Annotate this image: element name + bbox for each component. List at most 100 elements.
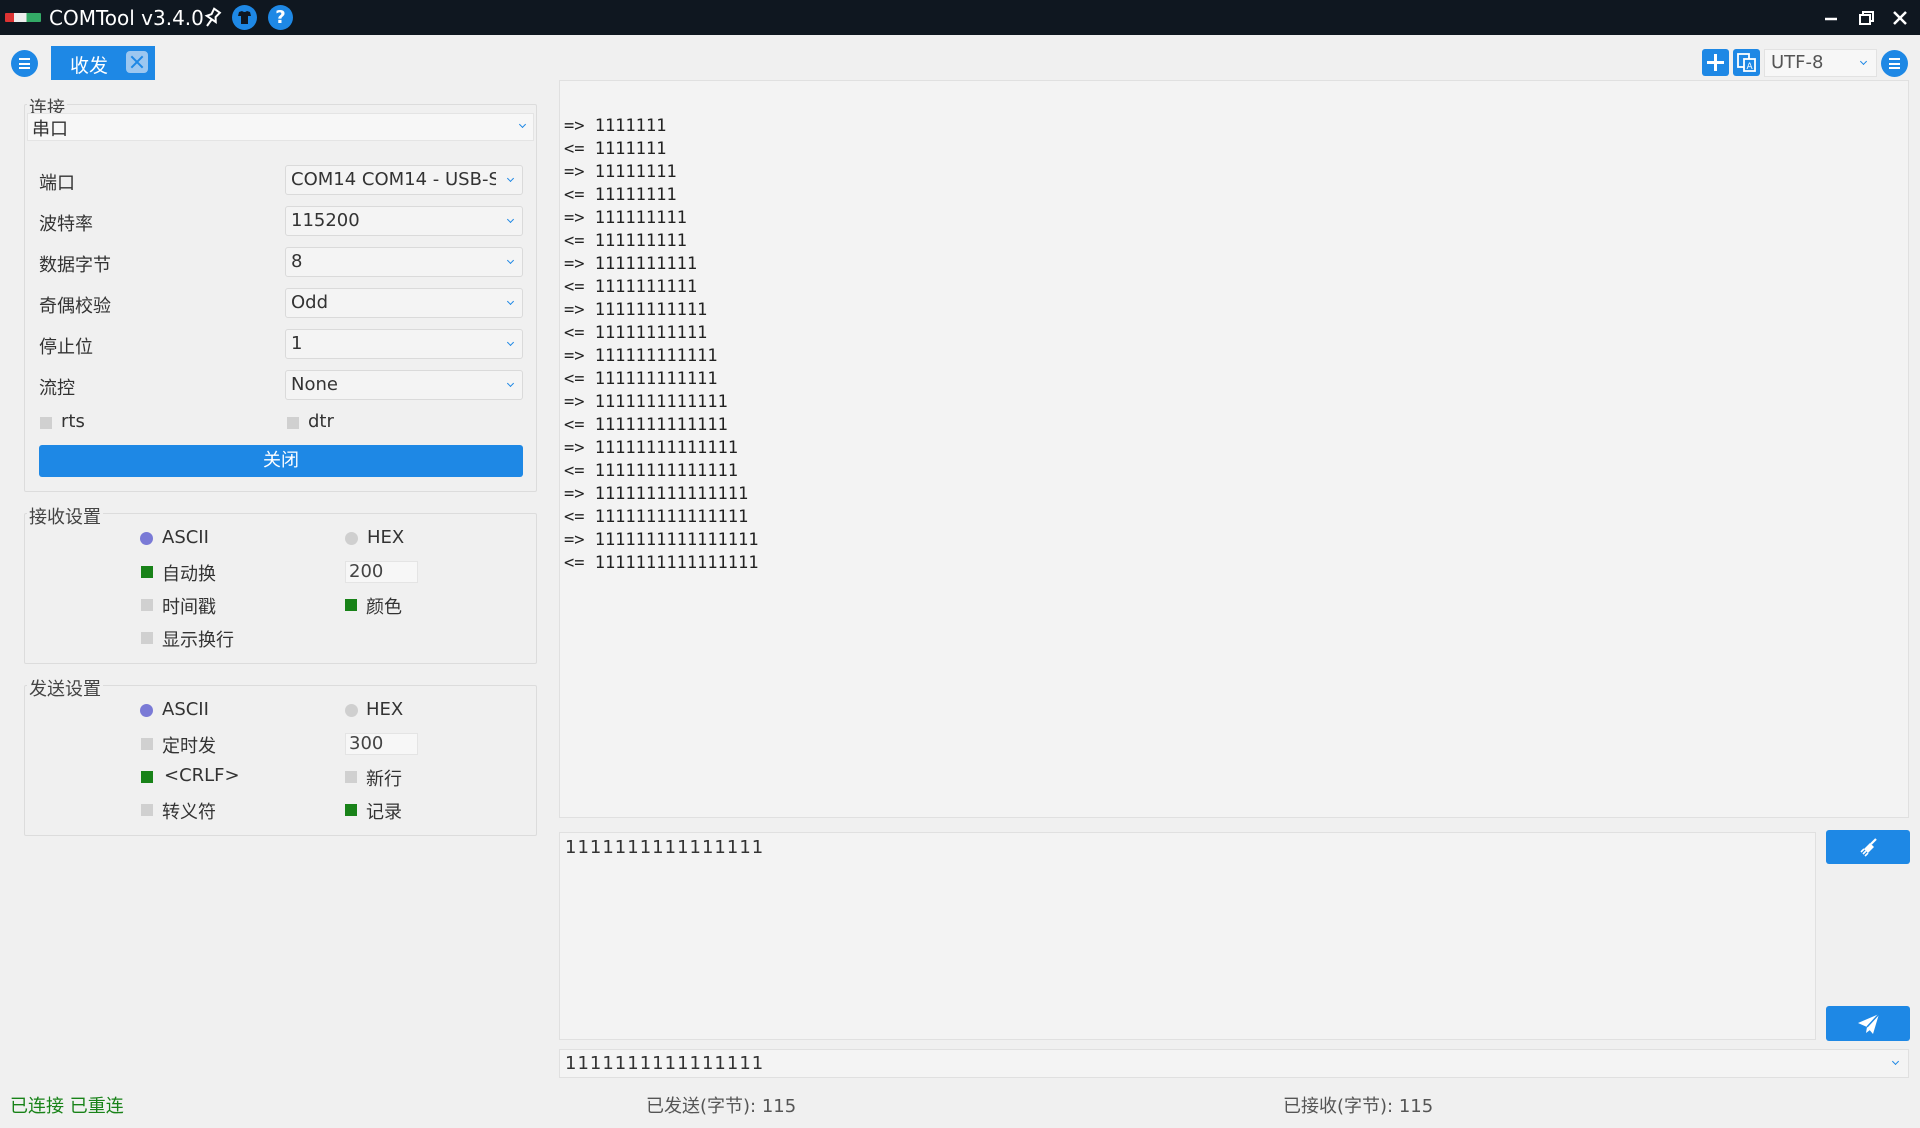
connection-type-select[interactable]: 串口 — [27, 113, 534, 141]
log-line: <= 1111111111111 — [564, 415, 728, 435]
send-history-select[interactable]: 1111111111111111 — [559, 1049, 1909, 1078]
svg-text:A: A — [1747, 62, 1754, 72]
receive-ascii-radio[interactable] — [140, 532, 153, 545]
receive-ascii-label: ASCII — [162, 527, 209, 548]
help-icon[interactable]: ? — [268, 5, 293, 30]
timed-send-checkbox[interactable] — [141, 738, 153, 750]
chevron-down-icon — [518, 120, 527, 129]
log-line: => 111111111111 — [564, 346, 718, 366]
color-label: 颜色 — [366, 597, 402, 618]
minimize-icon[interactable] — [1817, 4, 1845, 32]
databits-select[interactable]: 8 — [285, 247, 523, 277]
send-ascii-radio[interactable] — [140, 704, 153, 717]
auto-wrap-input[interactable]: 200 — [345, 561, 418, 583]
sent-bytes-status: 已发送(字节): 115 — [646, 1096, 797, 1117]
title-bar: COMTool v3.4.0 ? — [0, 0, 1920, 35]
tab-label: 收发 — [70, 55, 109, 77]
received-bytes-status: 已接收(字节): 115 — [1283, 1096, 1434, 1117]
parity-label: 奇偶校验 — [39, 296, 111, 317]
chevron-down-icon — [1891, 1057, 1900, 1066]
record-label: 记录 — [366, 802, 402, 823]
record-checkbox[interactable] — [345, 804, 357, 816]
show-newline-label: 显示换行 — [162, 630, 234, 651]
log-line: <= 1111111 — [564, 139, 667, 159]
left-menu-button[interactable] — [11, 50, 38, 77]
timed-send-input[interactable]: 300 — [345, 733, 418, 755]
send-ascii-label: ASCII — [162, 699, 209, 720]
restore-icon[interactable] — [1852, 4, 1880, 32]
right-menu-button[interactable] — [1881, 50, 1908, 77]
log-line: => 111111111 — [564, 208, 687, 228]
tab-send-receive[interactable]: 收发 — [51, 46, 155, 80]
auto-wrap-checkbox[interactable] — [141, 566, 153, 578]
log-line: => 1111111111111111 — [564, 530, 759, 550]
color-checkbox[interactable] — [345, 599, 357, 611]
escape-checkbox[interactable] — [141, 804, 153, 816]
app-title: COMTool v3.4.0 — [49, 6, 204, 30]
skin-icon[interactable] — [232, 5, 257, 30]
connection-status: 已连接 已重连 — [10, 1096, 124, 1117]
chevron-down-icon — [506, 215, 515, 224]
rts-label: rts — [61, 411, 85, 432]
port-select[interactable]: COM14 COM14 - USB-SERIAL CH340 — [285, 165, 523, 195]
log-line: <= 11111111111111 — [564, 461, 738, 481]
encoding-value: UTF-8 — [1771, 52, 1824, 73]
send-button[interactable] — [1826, 1006, 1910, 1041]
send-settings-group: 发送设置 — [24, 675, 537, 836]
databits-label: 数据字节 — [39, 255, 111, 276]
connection-type-value: 串口 — [32, 119, 68, 140]
send-hex-label: HEX — [366, 699, 404, 720]
log-line: => 11111111 — [564, 162, 677, 182]
port-value: COM14 COM14 - USB-SERIAL CH340 — [291, 169, 496, 190]
send-input[interactable]: 1111111111111111 — [559, 832, 1816, 1040]
stopbits-select[interactable]: 1 — [285, 329, 523, 359]
send-hex-radio[interactable] — [345, 704, 358, 717]
translate-icon[interactable]: A — [1733, 49, 1760, 76]
timestamp-checkbox[interactable] — [141, 599, 153, 611]
tab-close-icon[interactable] — [126, 51, 148, 73]
send-icon — [1858, 1013, 1880, 1034]
flowcontrol-value: None — [291, 374, 338, 395]
newline-checkbox[interactable] — [345, 771, 357, 783]
chevron-down-icon — [506, 338, 515, 347]
log-line: <= 11111111 — [564, 185, 677, 205]
chevron-down-icon — [506, 379, 515, 388]
stopbits-label: 停止位 — [39, 337, 93, 358]
crlf-checkbox[interactable] — [141, 771, 153, 783]
log-line: <= 111111111111 — [564, 369, 718, 389]
encoding-select[interactable]: UTF-8 — [1764, 49, 1877, 77]
dtr-checkbox[interactable] — [287, 417, 299, 429]
receive-hex-label: HEX — [367, 527, 405, 548]
chevron-down-icon — [506, 256, 515, 265]
log-line: => 11111111111 — [564, 300, 708, 320]
show-newline-checkbox[interactable] — [141, 632, 153, 644]
pin-icon[interactable] — [200, 5, 225, 30]
log-line: <= 11111111111 — [564, 323, 708, 343]
add-icon[interactable] — [1702, 49, 1729, 76]
log-line: <= 111111111111111 — [564, 507, 749, 527]
receive-hex-radio[interactable] — [345, 532, 358, 545]
receive-log-area[interactable]: => 1111111 <= 1111111 => 11111111 <= 111111… — [559, 80, 1909, 818]
close-icon[interactable] — [1886, 4, 1914, 32]
port-label: 端口 — [39, 173, 75, 194]
log-line: <= 1111111111 — [564, 277, 698, 297]
rts-checkbox[interactable] — [40, 417, 52, 429]
timestamp-label: 时间戳 — [162, 597, 216, 618]
flowcontrol-label: 流控 — [39, 378, 75, 399]
log-line: <= 111111111 — [564, 231, 687, 251]
send-settings-title: 发送设置 — [27, 675, 103, 701]
close-port-button[interactable]: 关闭 — [39, 445, 523, 477]
clear-button[interactable] — [1826, 830, 1910, 864]
parity-select[interactable]: Odd — [285, 288, 523, 318]
escape-label: 转义符 — [162, 802, 216, 823]
receive-log: => 1111111 <= 1111111 => 11111111 <= 111111… — [564, 115, 758, 575]
baudrate-label: 波特率 — [39, 214, 93, 235]
chevron-down-icon — [1859, 57, 1868, 66]
parity-value: Odd — [291, 292, 329, 313]
dtr-label: dtr — [308, 411, 334, 432]
flowcontrol-select[interactable]: None — [285, 370, 523, 400]
log-line: => 11111111111111 — [564, 438, 738, 458]
baudrate-select[interactable]: 115200 — [285, 206, 523, 236]
chevron-down-icon — [506, 174, 515, 183]
log-line: => 1111111111 — [564, 254, 698, 274]
